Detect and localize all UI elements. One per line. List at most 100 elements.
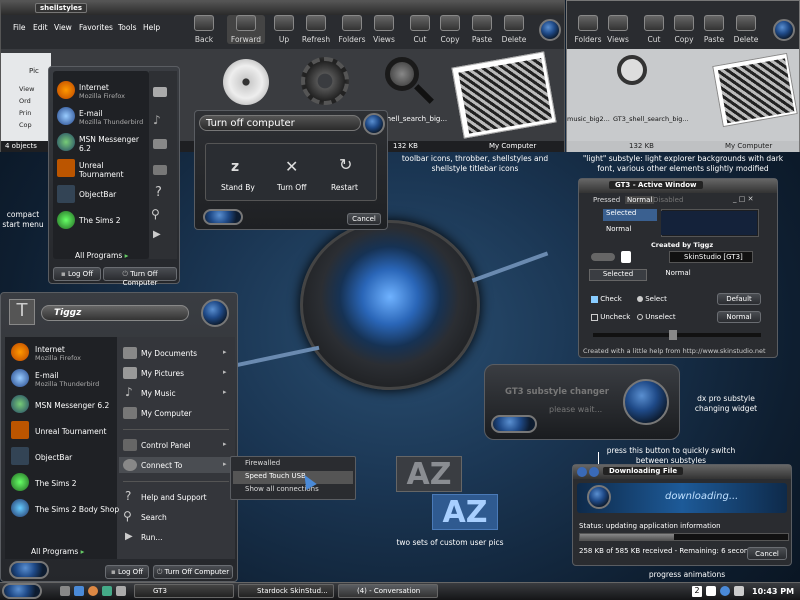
radio-select[interactable]: Select bbox=[637, 295, 667, 303]
cd-icon[interactable] bbox=[223, 59, 269, 105]
computer-icon[interactable] bbox=[153, 139, 167, 149]
maximize-icon[interactable]: □ bbox=[739, 195, 746, 203]
start-item-objectbar[interactable]: ObjectBar bbox=[35, 453, 72, 462]
tray-icon[interactable] bbox=[706, 586, 716, 596]
help-icon[interactable]: ? bbox=[155, 185, 162, 200]
tiger-thumbnail[interactable] bbox=[712, 52, 798, 128]
menu-help[interactable]: Help bbox=[143, 23, 160, 32]
taskbar-item-conversation[interactable]: (4) - Conversation bbox=[338, 584, 438, 598]
search-icon[interactable]: ⚲ bbox=[151, 207, 160, 221]
download-cancel-button[interactable]: Cancel bbox=[747, 547, 787, 560]
minimize-icon[interactable]: _ bbox=[733, 195, 737, 203]
clock[interactable]: 10:43 PM bbox=[752, 587, 794, 596]
turnoff-icon[interactable]: ✕ bbox=[285, 157, 298, 176]
start-connect-to[interactable]: Connect To bbox=[141, 461, 182, 470]
start-control-panel[interactable]: Control Panel bbox=[141, 441, 191, 450]
compact-logoff-button[interactable]: ▪ Log Off bbox=[53, 267, 101, 281]
views-button[interactable]: Views bbox=[365, 15, 403, 44]
light-file-label[interactable]: music_big2... bbox=[567, 115, 610, 123]
quicklaunch-icon[interactable] bbox=[60, 586, 70, 596]
start-search[interactable]: Search bbox=[141, 513, 167, 522]
start-item-internet[interactable]: Internet Mozilla Firefox bbox=[35, 345, 81, 362]
menu-view[interactable]: View bbox=[54, 23, 72, 32]
start-button[interactable] bbox=[2, 583, 42, 599]
slider-thumb[interactable] bbox=[669, 330, 677, 340]
slider-track[interactable] bbox=[593, 333, 761, 337]
start-my-music[interactable]: My Music bbox=[141, 389, 176, 398]
radio-unselect[interactable]: Unselect bbox=[637, 313, 676, 321]
taskbar-item-gt3[interactable]: GT3 bbox=[134, 584, 234, 598]
menu-favorites[interactable]: Favorites bbox=[79, 23, 113, 32]
forward-button[interactable]: Forward bbox=[227, 15, 265, 44]
compact-turnoff-button[interactable]: ⏻ Turn Off Computer bbox=[103, 267, 177, 287]
quicklaunch-icon[interactable] bbox=[88, 586, 98, 596]
tray-icon[interactable] bbox=[720, 586, 730, 596]
compact-item-sims[interactable]: The Sims 2 bbox=[79, 216, 121, 225]
cancel-button[interactable]: Cancel bbox=[347, 213, 381, 225]
pictures-icon[interactable] bbox=[153, 87, 167, 97]
submenu-item-firewalled[interactable]: Firewalled bbox=[233, 459, 353, 471]
tray-badge[interactable]: 2 bbox=[692, 586, 702, 597]
menu-edit[interactable]: Edit bbox=[33, 23, 48, 32]
checkbox-check[interactable]: Check bbox=[591, 295, 622, 303]
compact-item-unreal[interactable]: Unreal Tournament bbox=[79, 161, 124, 179]
default-button[interactable]: Default bbox=[717, 293, 761, 305]
submenu-item-show-all[interactable]: Show all connections bbox=[233, 485, 353, 497]
compact-item-email[interactable]: E-mail Mozilla Thunderbird bbox=[79, 109, 143, 126]
turnoff-label[interactable]: Turn Off bbox=[277, 183, 306, 192]
start-all-programs[interactable]: All Programs ▸ bbox=[31, 547, 84, 556]
user-pic-az-1[interactable]: AZ bbox=[396, 456, 462, 492]
music-icon[interactable]: ♪ bbox=[153, 113, 161, 127]
submenu-item-speedtouch[interactable]: Speed Touch USB bbox=[233, 471, 353, 484]
run-icon[interactable]: ▶ bbox=[153, 229, 161, 240]
start-item-msn[interactable]: MSN Messenger 6.2 bbox=[35, 401, 109, 410]
taskbar-item-stardock[interactable]: Stardock SkinStud... bbox=[238, 584, 334, 598]
side-item[interactable]: Pic bbox=[29, 67, 39, 75]
start-item-sims-bodyshop[interactable]: The Sims 2 Body Shop bbox=[35, 505, 119, 514]
side-item[interactable]: View bbox=[19, 85, 34, 93]
sel-tab-normal[interactable]: Normal bbox=[649, 269, 707, 281]
light-delete-button[interactable]: Delete bbox=[727, 15, 765, 44]
compact-item-internet[interactable]: Internet Mozilla Firefox bbox=[79, 83, 125, 100]
compact-all-programs[interactable]: All Programs ▸ bbox=[75, 251, 128, 260]
turnoff-button[interactable]: ⏻ Turn Off Computer bbox=[153, 565, 233, 579]
start-help-support[interactable]: Help and Support bbox=[141, 493, 207, 502]
start-item-sims[interactable]: The Sims 2 bbox=[35, 479, 77, 488]
delete-button[interactable]: Delete bbox=[495, 15, 533, 44]
start-my-pictures[interactable]: My Pictures bbox=[141, 369, 184, 378]
list-selected[interactable]: Selected bbox=[603, 209, 657, 221]
file-label[interactable]: shell_search_big... bbox=[383, 115, 447, 123]
standby-label[interactable]: Stand By bbox=[221, 183, 255, 192]
light-views-button[interactable]: Views bbox=[599, 15, 637, 44]
bluetooth-icon[interactable] bbox=[621, 251, 631, 263]
side-item[interactable]: Cop bbox=[19, 121, 32, 129]
refresh-button[interactable]: Refresh bbox=[297, 15, 335, 44]
side-item[interactable]: Prin bbox=[19, 109, 31, 117]
light-search-icon[interactable] bbox=[617, 55, 647, 85]
compact-item-objectbar[interactable]: ObjectBar bbox=[79, 190, 116, 199]
menu-tools[interactable]: Tools bbox=[118, 23, 136, 32]
control-panel-icon[interactable] bbox=[153, 165, 167, 175]
quicklaunch-icon[interactable] bbox=[74, 586, 84, 596]
back-button[interactable]: Back bbox=[185, 15, 223, 44]
standby-icon[interactable]: z bbox=[231, 159, 249, 175]
light-file-label[interactable]: GT3_shell_search_big... bbox=[613, 115, 689, 123]
tab-normal[interactable]: Normal bbox=[625, 196, 655, 204]
normal-button[interactable]: Normal bbox=[717, 311, 761, 323]
start-item-email[interactable]: E-mail Mozilla Thunderbird bbox=[35, 371, 99, 388]
gear-icon[interactable] bbox=[301, 57, 349, 105]
start-item-unreal[interactable]: Unreal Tournament bbox=[35, 427, 106, 436]
tab-pressed[interactable]: Pressed bbox=[593, 196, 620, 204]
close-icon[interactable]: ✕ bbox=[748, 195, 754, 203]
oval-button[interactable] bbox=[591, 253, 615, 261]
substyle-switch-button[interactable] bbox=[491, 415, 537, 433]
restart-icon[interactable]: ↻ bbox=[339, 155, 352, 174]
restart-label[interactable]: Restart bbox=[331, 183, 358, 192]
search-icon[interactable] bbox=[385, 57, 419, 91]
sel-tab-selected[interactable]: Selected bbox=[589, 269, 647, 281]
user-pic-az-2[interactable]: AZ bbox=[432, 494, 498, 530]
checkbox-uncheck[interactable]: Uncheck bbox=[591, 313, 630, 321]
start-run[interactable]: Run... bbox=[141, 533, 163, 542]
skinstudio-field[interactable]: SkinStudio [GT3] bbox=[669, 251, 753, 263]
tray-icon[interactable] bbox=[734, 586, 744, 596]
